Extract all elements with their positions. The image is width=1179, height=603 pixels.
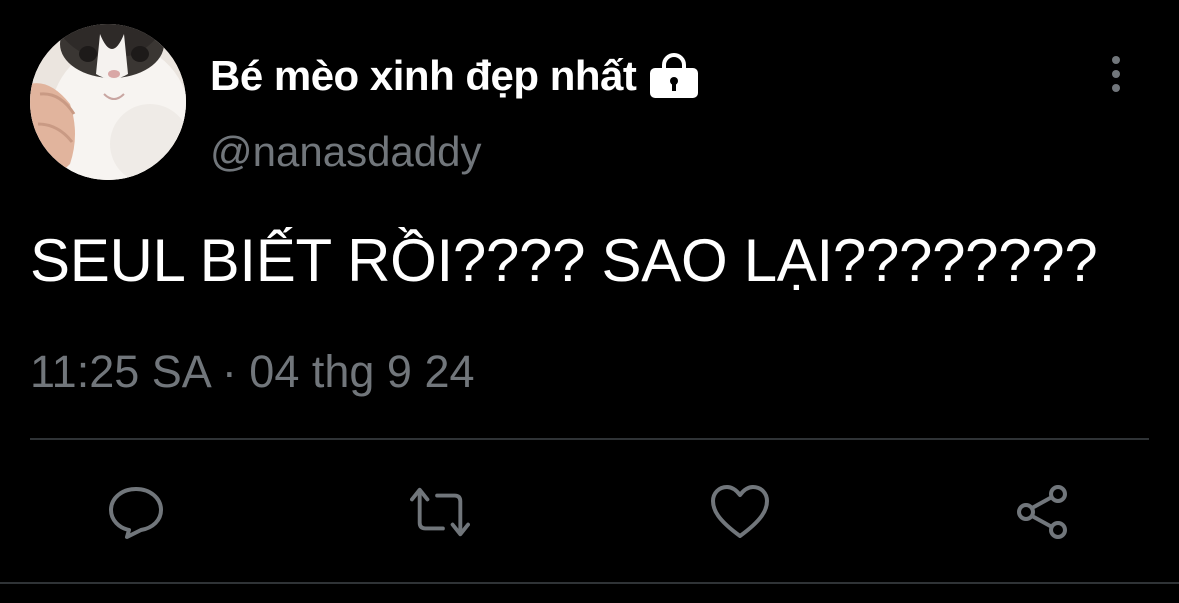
more-button[interactable] [1096,52,1136,96]
bottom-divider [0,582,1179,584]
lock-icon [648,52,700,100]
retweet-button[interactable] [410,482,470,542]
reply-icon [109,487,163,539]
tweet-text: SEUL BIẾT RỒI???? SAO LẠI???????? [30,227,1098,294]
reply-button[interactable] [106,482,166,542]
like-button[interactable] [710,482,770,542]
share-icon [1017,485,1067,539]
display-name-row[interactable]: Bé mèo xinh đẹp nhất [210,46,700,106]
timestamp[interactable]: 11:25 SA · 04 thg 9 24 [30,346,475,398]
display-name[interactable]: Bé mèo xinh đẹp nhất [210,52,637,100]
handle[interactable]: @nanasdaddy [210,128,482,176]
more-vertical-icon [1112,56,1120,92]
heart-icon [711,485,769,538]
avatar[interactable] [30,24,186,180]
retweet-icon [410,487,470,537]
share-button[interactable] [1014,482,1074,542]
divider [30,438,1149,440]
